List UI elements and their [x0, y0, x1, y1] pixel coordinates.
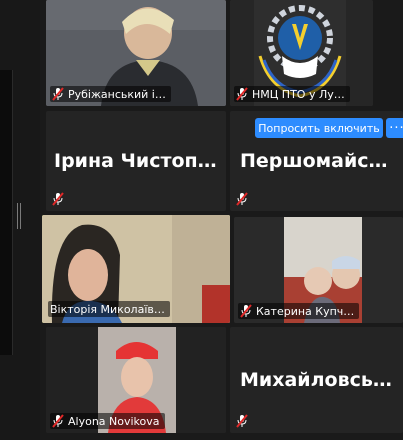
side-panel [0, 70, 13, 355]
mic-muted-icon [240, 304, 252, 318]
mic-muted-icon [236, 192, 248, 206]
participant-name: Вікторія Миколаїв… [50, 302, 165, 316]
participant-name: Рубіжанський і… [68, 87, 166, 101]
participant-display-name: Першомайськи… [240, 150, 403, 172]
video-tile-active-speaker[interactable]: Вікторія Миколаїв… [42, 215, 230, 323]
participant-nameplate: НМЦ ПТО у Лу… [234, 86, 350, 102]
participant-nameplate: Alyona Novikova [50, 413, 165, 429]
video-tile[interactable]: Рубіжанський і… [46, 0, 226, 106]
participant-name: Alyona Novikova [68, 414, 160, 428]
participant-nameplate: Рубіжанський і… [50, 86, 171, 102]
mic-muted-icon [236, 87, 248, 101]
participant-nameplate [50, 191, 69, 207]
participant-nameplate: Катерина Купч… [238, 303, 360, 319]
participant-display-name: Ірина Чистопа… [54, 150, 226, 172]
mic-muted-icon [52, 87, 64, 101]
mic-muted-icon [52, 192, 64, 206]
ask-to-unmute-button[interactable]: Попросить включить [255, 118, 383, 138]
participant-name: НМЦ ПТО у Лу… [252, 87, 345, 101]
participant-name: Катерина Купч… [256, 304, 355, 318]
participant-nameplate: Вікторія Миколаїв… [48, 301, 170, 317]
video-tile[interactable]: Катерина Купч… [234, 217, 403, 323]
participant-nameplate [234, 413, 253, 429]
mic-muted-icon [236, 414, 248, 428]
resize-handle[interactable] [17, 203, 21, 229]
video-tile[interactable]: Михайловська… [230, 327, 403, 433]
participant-nameplate [234, 191, 253, 207]
mic-muted-icon [52, 414, 64, 428]
participant-display-name: Михайловська… [240, 369, 403, 391]
video-tile[interactable]: Alyona Novikova [46, 327, 226, 433]
video-tile[interactable]: НМЦ ПТО у Лу… [230, 0, 373, 106]
more-options-button[interactable]: ··· [386, 118, 403, 138]
video-tile[interactable]: Ірина Чистопа… [46, 111, 226, 211]
